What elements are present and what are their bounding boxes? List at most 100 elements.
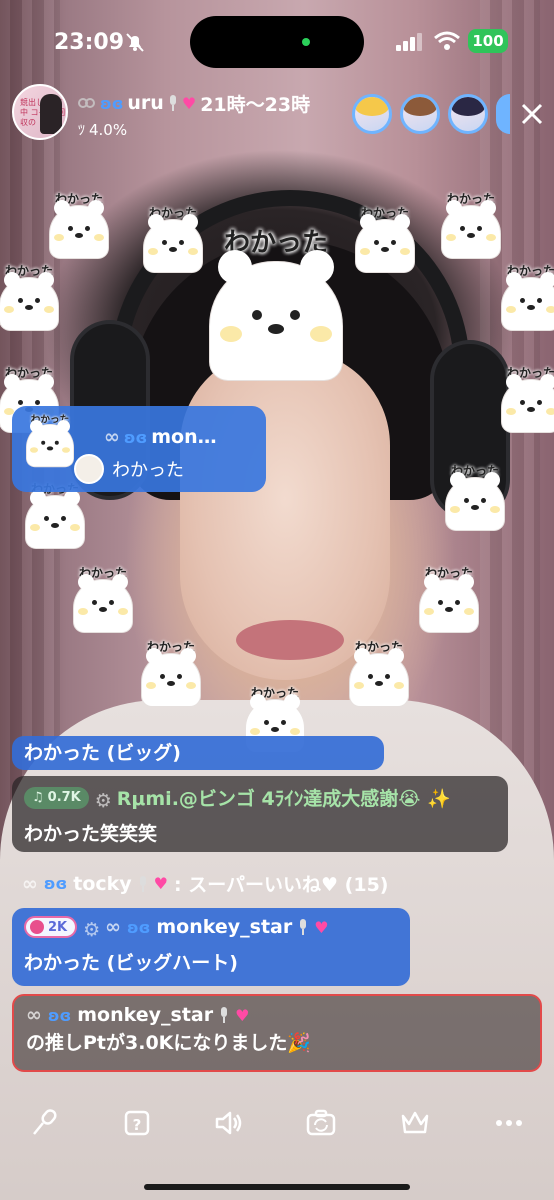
bear-sticker: わかった	[44, 190, 114, 264]
link-icon: ∞	[26, 1004, 42, 1026]
level-badge: 2K	[24, 916, 78, 938]
chat-message[interactable]: わかった (ビッグ)	[12, 736, 384, 770]
mic-icon	[169, 95, 176, 111]
message-text: の推しPtが3.0Kになりました🎉	[26, 1032, 312, 1054]
gear-icon: ⚙	[94, 789, 112, 812]
hearts-icon: ♥	[235, 1005, 250, 1025]
badge-dot-icon	[30, 920, 44, 934]
viewer-avatar[interactable]	[448, 94, 488, 134]
bear-sticker: わかった	[496, 364, 554, 438]
speaker-icon[interactable]	[212, 1106, 246, 1140]
gift-box-icon[interactable]: ?	[120, 1106, 154, 1140]
host-info[interactable]: ʚɞ uru ♥ 21時〜23時	[78, 92, 311, 116]
bear-icon	[144, 214, 202, 272]
badge-value: 0.7K	[47, 790, 81, 805]
bear-icon	[74, 574, 132, 632]
bear-sticker: わかった	[440, 462, 510, 536]
bear-icon	[50, 200, 108, 258]
viewer-avatar[interactable]	[352, 94, 392, 134]
bear-icon	[420, 574, 478, 632]
bottom-toolbar: ?	[0, 1098, 554, 1148]
home-indicator	[144, 1184, 410, 1190]
gear-icon: ⚙	[83, 919, 101, 941]
message-text: わかった (ビッグハート)	[24, 952, 238, 974]
bear-icon	[502, 374, 554, 432]
bear-sticker: わかった	[350, 204, 420, 278]
mic-icon[interactable]	[28, 1106, 62, 1140]
bear-sticker: わかった	[22, 412, 78, 471]
viewer-avatar[interactable]	[496, 94, 510, 134]
link-icon: ∞	[104, 426, 120, 448]
flame-icon: ﾂ	[78, 123, 85, 139]
bear-sticker: わかった	[138, 204, 208, 278]
more-icon[interactable]	[492, 1106, 526, 1140]
clock: 23:09	[54, 30, 125, 55]
bear-icon	[442, 200, 500, 258]
bear-sticker: わかった	[496, 262, 554, 336]
user-name: monkey_star	[77, 1004, 214, 1026]
host-avatar[interactable]: 競出し 配信中 コイン 回収の	[12, 84, 68, 140]
big-bear-sticker: わかった	[204, 222, 348, 382]
bear-icon	[356, 214, 414, 272]
signal-icon	[396, 33, 422, 51]
bear-sticker: わかった	[414, 564, 484, 638]
bubble-user-name: mon…	[151, 426, 217, 448]
bear-sticker: わかった	[0, 262, 64, 336]
bear-icon	[210, 250, 342, 380]
bear-sticker: わかった	[68, 564, 138, 638]
camera-flip-icon[interactable]	[304, 1106, 338, 1140]
hearts-icon: ♥	[181, 93, 197, 113]
close-button[interactable]	[518, 100, 546, 128]
message-text: わかった (ビッグ)	[24, 742, 181, 764]
bear-icon	[142, 648, 200, 706]
comment-bubble[interactable]: わかった ∞ ʚɞ mon… わかった	[12, 406, 266, 492]
host-name: uru	[127, 92, 164, 114]
link-icon: ∞	[22, 872, 38, 895]
chat-message[interactable]: ♫ 0.7K ⚙ Rμmi.@ビンゴ 4ﾗｲﾝ達成大感謝😭 ✨ わかった笑笑笑	[12, 776, 508, 852]
avatar-figure	[40, 94, 62, 134]
user-name: monkey_star	[156, 916, 293, 938]
user-name: Rμmi.@ビンゴ 4ﾗｲﾝ達成大感謝😭 ✨	[116, 788, 451, 810]
message-text: わかった笑笑笑	[24, 823, 158, 845]
dynamic-island	[190, 16, 364, 68]
crown-icon[interactable]	[398, 1106, 432, 1140]
music-note-icon: ♫	[32, 790, 44, 805]
mic-icon	[221, 1007, 228, 1023]
bear-icon	[26, 419, 74, 467]
bubble-user: ∞ ʚɞ mon…	[104, 426, 217, 448]
bubble-text: わかった	[112, 460, 184, 481]
bear-icon	[26, 490, 84, 548]
rank-line: ﾂ 4.0%	[78, 120, 127, 140]
viewer-avatar[interactable]	[400, 94, 440, 134]
status-bar: 23:09 100	[0, 0, 554, 80]
bear-sticker: わかった	[136, 638, 206, 712]
user-avatar	[74, 454, 104, 484]
chat-message[interactable]: 2K ⚙ ∞ ʚɞ monkey_star ♥ わかった (ビッグハート)	[12, 908, 410, 986]
butterfly-icon: ʚɞ	[126, 917, 151, 937]
bear-icon	[446, 472, 504, 530]
streamer-lips	[236, 620, 344, 660]
system-message[interactable]: ∞ ʚɞ monkey_star ♥ の推しPtが3.0Kになりました🎉	[12, 994, 542, 1072]
bear-sticker: わかった	[344, 638, 414, 712]
chat-message[interactable]: ∞ ʚɞ tocky ♥ : スーパーいいね♥ (15)	[12, 862, 492, 900]
camera-dot	[302, 38, 310, 46]
music-badge: ♫ 0.7K	[24, 786, 89, 809]
wifi-icon	[434, 31, 460, 50]
bell-off-icon	[126, 33, 144, 52]
badge-value: 2K	[48, 919, 68, 935]
mic-icon	[139, 875, 146, 892]
butterfly-icon: ʚɞ	[100, 93, 124, 113]
bear-icon	[350, 648, 408, 706]
butterfly-icon: ʚɞ	[47, 1005, 72, 1025]
message-text: : スーパーいいね♥ (15)	[174, 874, 389, 896]
butterfly-icon: ʚɞ	[123, 427, 148, 447]
user-name: tocky	[73, 872, 132, 895]
svg-text:?: ?	[133, 1116, 142, 1134]
bear-sticker: わかった	[436, 190, 506, 264]
schedule: 21時〜23時	[200, 93, 311, 116]
link-icon: ∞	[105, 916, 121, 938]
hearts-icon: ♥	[153, 874, 168, 893]
rank-percent: 4.0%	[89, 121, 128, 139]
viewer-list[interactable]	[352, 94, 510, 134]
butterfly-icon: ʚɞ	[43, 874, 68, 893]
